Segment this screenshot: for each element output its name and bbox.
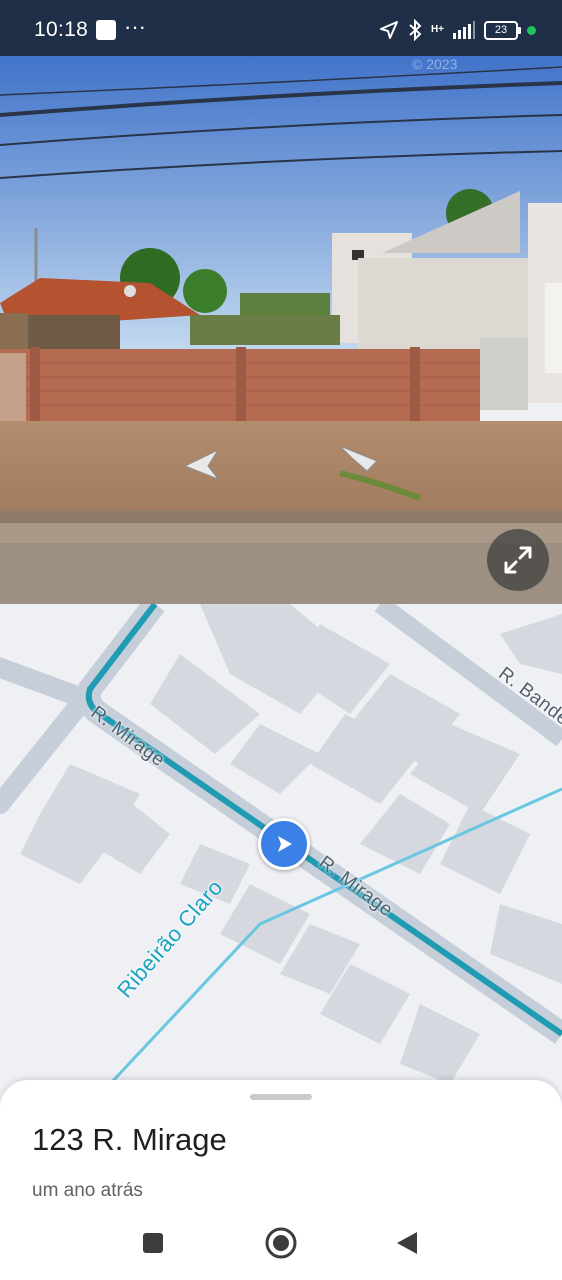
watermark: © 2023: [412, 56, 458, 72]
capture-date: um ano atrás: [32, 1180, 143, 1201]
street-view-image[interactable]: © 2023: [0, 53, 562, 604]
back-triangle-icon: [397, 1232, 417, 1254]
battery-indicator: 23: [484, 20, 521, 40]
expand-icon: [504, 546, 532, 574]
place-title: 123 R. Mirage: [32, 1122, 227, 1157]
back-button[interactable]: [380, 1218, 434, 1268]
recents-square-icon: [143, 1233, 163, 1253]
location-marker: [258, 818, 310, 870]
system-nav-bar: [0, 1218, 562, 1272]
status-time: 10:18: [34, 18, 89, 41]
expand-button[interactable]: [487, 529, 549, 591]
mini-map[interactable]: R. Mirage R. Mirage R. Bande Ribeirão Cl…: [0, 604, 562, 1104]
recents-button[interactable]: [126, 1218, 180, 1268]
bluetooth-icon: [409, 19, 422, 41]
privacy-dot: [527, 25, 536, 35]
status-icons: H+ 23: [379, 17, 536, 43]
signal-icon: [453, 21, 475, 39]
status-bar: 10:18 ··· H+ 23: [0, 0, 562, 56]
more-notifications-icon: ···: [124, 14, 146, 39]
network-type: H+: [430, 24, 444, 35]
home-button[interactable]: [254, 1218, 308, 1268]
home-circle-icon: [265, 1227, 297, 1259]
direction-arrow-icon: [278, 836, 292, 852]
app-notification-icon: [96, 20, 116, 40]
location-arrow-icon: [379, 21, 398, 39]
sheet-drag-handle[interactable]: [250, 1094, 312, 1100]
street-view-panorama[interactable]: © 2023: [0, 53, 562, 604]
